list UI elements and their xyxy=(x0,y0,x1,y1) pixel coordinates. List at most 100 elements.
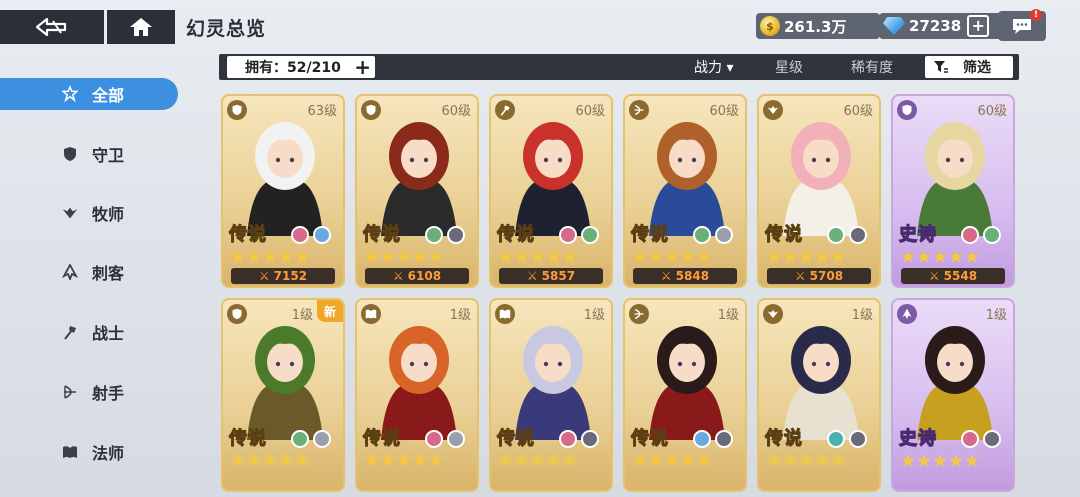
star-icon xyxy=(681,454,695,467)
star-icon xyxy=(365,250,379,263)
star-icon xyxy=(397,454,411,467)
sidebar-item-label: 射手 xyxy=(92,384,125,403)
hero-card[interactable]: 1级 传说 xyxy=(355,298,479,492)
chat-bubble-icon xyxy=(1013,19,1031,34)
mage-book-icon xyxy=(495,304,515,324)
sidebar-item-label: 牧师 xyxy=(92,205,125,224)
star-rating xyxy=(901,250,979,264)
home-button[interactable] xyxy=(107,10,175,44)
page-title: 幻灵总览 xyxy=(186,18,267,40)
hero-portrait xyxy=(247,326,323,440)
hero-card[interactable]: 新 1级 传说 xyxy=(221,298,345,492)
hero-level: 1级 xyxy=(717,308,739,323)
star-icon xyxy=(783,250,797,263)
sidebar-item-label: 法师 xyxy=(92,444,125,463)
element-icon xyxy=(827,226,845,244)
sidebar-item-archer[interactable]: 射手 xyxy=(0,376,178,408)
hero-card[interactable]: 60级 传说 ⚔ 5857 xyxy=(489,94,613,288)
hero-card[interactable]: 1级 传说 xyxy=(757,298,881,492)
rarity-label: 传说 xyxy=(497,224,535,246)
star-icon xyxy=(799,250,813,263)
hero-level: 1级 xyxy=(985,308,1007,323)
star-icon xyxy=(263,454,277,467)
chat-button[interactable]: ! xyxy=(998,9,1046,41)
sidebar-item-guard[interactable]: 守卫 xyxy=(0,138,178,170)
element-icon xyxy=(849,226,867,244)
star-icon xyxy=(965,454,979,467)
star-icon xyxy=(767,250,781,263)
add-gems-button[interactable]: + xyxy=(967,15,990,37)
hero-card[interactable]: 60级 传说 ⚔ 5848 xyxy=(623,94,747,288)
hero-portrait xyxy=(381,326,457,440)
guard-shield-icon xyxy=(227,304,247,324)
star-icon xyxy=(499,454,513,467)
sidebar-item-all[interactable]: 全部 xyxy=(0,78,178,110)
priest-wings-icon xyxy=(763,100,783,120)
filter-button[interactable]: 筛选 xyxy=(925,56,1013,78)
hero-portrait xyxy=(649,326,725,440)
star-icon xyxy=(697,250,711,263)
hero-card[interactable]: 60级 传说 ⚔ 6108 xyxy=(355,94,479,288)
star-rating xyxy=(633,250,711,264)
gold-counter[interactable]: $ 261.3万 xyxy=(756,13,880,39)
star-icon xyxy=(917,454,931,467)
star-icon xyxy=(231,454,245,467)
hero-card[interactable]: 63级 传说 ⚔ 7152 xyxy=(221,94,345,288)
back-arrow-icon xyxy=(35,17,67,37)
hero-portrait xyxy=(515,122,591,236)
crossed-swords-icon: ⚔ xyxy=(928,269,940,283)
star-icon xyxy=(295,454,309,467)
home-icon xyxy=(130,18,152,36)
star-icon xyxy=(531,454,545,467)
rarity-label: 传说 xyxy=(631,428,669,450)
crossed-swords-icon: ⚔ xyxy=(526,269,538,283)
guard-shield-icon xyxy=(62,146,78,162)
star-rating xyxy=(499,250,577,264)
power-value: 5548 xyxy=(943,269,978,283)
hero-card[interactable]: 60级 史诗 ⚔ 5548 xyxy=(891,94,1015,288)
star-icon xyxy=(665,250,679,263)
element-icon xyxy=(559,226,577,244)
star-icon xyxy=(381,454,395,467)
hero-level: 1级 xyxy=(291,308,313,323)
sort-rarity-tab[interactable]: 稀有度 xyxy=(851,57,893,77)
gem-icon xyxy=(883,17,905,35)
rarity-label: 传说 xyxy=(363,224,401,246)
sidebar-item-assassin[interactable]: 刺客 xyxy=(0,256,178,288)
star-icon xyxy=(633,250,647,263)
rarity-label: 史诗 xyxy=(899,224,937,246)
hero-portrait xyxy=(783,122,859,236)
element-icon xyxy=(827,430,845,448)
sort-power-tab[interactable]: 战力 ▾ xyxy=(694,57,733,77)
star-icon xyxy=(515,454,529,467)
back-button[interactable] xyxy=(0,10,104,44)
star-icon xyxy=(767,454,781,467)
sidebar-item-priest[interactable]: 牧师 xyxy=(0,197,178,229)
rarity-label: 传说 xyxy=(765,428,803,450)
hero-card[interactable]: 1级传说 xyxy=(623,298,747,492)
sidebar-item-mage[interactable]: 法师 xyxy=(0,436,178,468)
hero-card[interactable]: 1级 史诗 xyxy=(891,298,1015,492)
sidebar-item-warrior[interactable]: 战士 xyxy=(0,316,178,348)
element-icon xyxy=(961,226,979,244)
gem-counter[interactable]: 27238 + xyxy=(879,13,1003,39)
star-icon xyxy=(381,250,395,263)
filter-bar: 拥有：52/210 + 战力 ▾ 星级 稀有度 筛选 xyxy=(219,54,1019,80)
star-icon xyxy=(949,250,963,263)
star-icon xyxy=(563,454,577,467)
assassin-icon xyxy=(62,264,78,280)
power-bar: ⚔ 5708 xyxy=(767,268,871,284)
notification-badge: ! xyxy=(1030,9,1042,21)
element-icon xyxy=(693,226,711,244)
star-rating xyxy=(767,454,845,468)
filter-label: 筛选 xyxy=(963,60,991,76)
sort-stars-tab[interactable]: 星级 xyxy=(775,57,803,77)
guard-shield-icon xyxy=(227,100,247,120)
hero-card[interactable]: 1级 传说 xyxy=(489,298,613,492)
rarity-label: 传说 xyxy=(497,428,535,450)
owned-count-box[interactable]: 拥有：52/210 + xyxy=(227,56,375,78)
crossed-swords-icon: ⚔ xyxy=(660,269,672,283)
star-icon xyxy=(429,250,443,263)
hero-card[interactable]: 60级 传说 ⚔ 5708 xyxy=(757,94,881,288)
element-icon xyxy=(581,430,599,448)
